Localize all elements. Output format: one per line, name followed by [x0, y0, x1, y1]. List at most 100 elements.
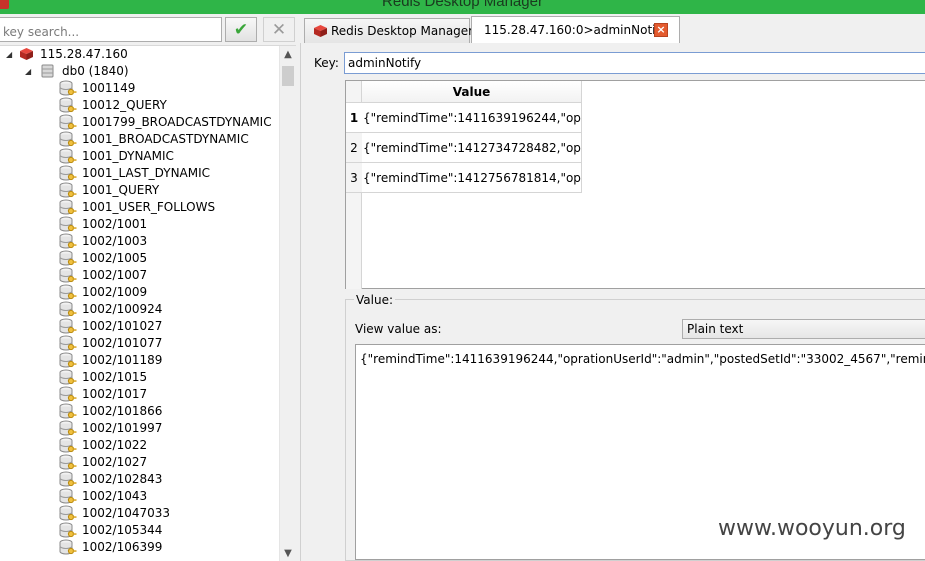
key-icon	[59, 233, 77, 249]
search-input[interactable]	[0, 17, 222, 42]
key-icon	[59, 284, 77, 300]
tree-key-item[interactable]: 1002/100924	[0, 301, 279, 318]
tree-db-node[interactable]: ◢ db0 (1840)	[0, 63, 279, 80]
key-icon	[59, 97, 77, 113]
tree-key-item[interactable]: 1002/1007	[0, 267, 279, 284]
tree-key-item[interactable]: 1001_BROADCASTDYNAMIC	[0, 131, 279, 148]
table-corner	[346, 81, 362, 103]
table-row[interactable]: 1 {"remindTime":1411639196244,"oprationU…	[346, 103, 582, 133]
tab-redis-desktop-manager[interactable]: Redis Desktop Manager	[304, 18, 474, 44]
key-label: 1002/102843	[82, 472, 163, 486]
key-name-field[interactable]: adminNotify	[344, 52, 925, 74]
tab-label: Redis Desktop Manager	[331, 24, 474, 38]
tree-key-item[interactable]: 1001149	[0, 80, 279, 97]
key-label: 1002/101997	[82, 421, 163, 435]
tree-key-item[interactable]: 1002/105344	[0, 522, 279, 539]
tree-key-item[interactable]: 1002/1009	[0, 284, 279, 301]
scroll-thumb[interactable]	[282, 66, 294, 86]
tree-key-item[interactable]: 1002/1015	[0, 369, 279, 386]
view-as-label: View value as:	[355, 322, 442, 336]
tree-key-item[interactable]: 1002/1001	[0, 216, 279, 233]
tree-key-item[interactable]: 1002/1017	[0, 386, 279, 403]
tree-key-item[interactable]: 1002/102843	[0, 471, 279, 488]
key-icon	[59, 471, 77, 487]
row-number[interactable]: 2	[346, 133, 362, 163]
value-cell[interactable]: {"remindTime":1411639196244,"oprationUse…	[362, 103, 582, 133]
key-icon	[59, 80, 77, 96]
tree-key-item[interactable]: 1001_DYNAMIC	[0, 148, 279, 165]
redis-server-icon	[20, 48, 33, 60]
tree-key-item[interactable]: 1002/101997	[0, 420, 279, 437]
value-cell[interactable]: {"remindTime":1412734728482,"oprationUse…	[362, 133, 582, 163]
server-label: 115.28.47.160	[40, 47, 128, 61]
key-label: 1002/1022	[82, 438, 148, 452]
title-bar[interactable]: Redis Desktop Manager	[0, 0, 925, 14]
tree-key-item[interactable]: 1002/1043	[0, 488, 279, 505]
content-panel: Key: adminNotify Value 1 {"remindTime":1…	[300, 43, 925, 561]
key-icon	[59, 539, 77, 555]
tree-key-item[interactable]: 1002/101189	[0, 352, 279, 369]
key-icon	[59, 420, 77, 436]
row-number[interactable]: 3	[346, 163, 362, 193]
tree-key-item[interactable]: 1001799_BROADCASTDYNAMIC	[0, 114, 279, 131]
key-label: 1002/1003	[82, 234, 148, 248]
tree-key-item[interactable]: 1002/101077	[0, 335, 279, 352]
key-label: 1001149	[82, 81, 136, 95]
value-group-title: Value:	[354, 293, 395, 307]
tree-key-item[interactable]: 1002/1022	[0, 437, 279, 454]
key-label: 1002/105344	[82, 523, 163, 537]
key-label: 1001_DYNAMIC	[82, 149, 174, 163]
value-table[interactable]: Value 1 {"remindTime":1411639196244,"opr…	[345, 80, 925, 289]
key-icon	[59, 369, 77, 385]
expand-arrow-icon[interactable]: ◢	[6, 46, 12, 63]
tree-key-item[interactable]: 1002/1047033	[0, 505, 279, 522]
tab-admin-notify[interactable]: 115.28.47.160:0>adminNotify ×	[471, 16, 680, 44]
key-label: 1002/1007	[82, 268, 148, 282]
tree-key-item[interactable]: 1002/1003	[0, 233, 279, 250]
database-label: db0 (1840)	[62, 64, 129, 78]
key-label: 1001799_BROADCASTDYNAMIC	[82, 115, 272, 129]
tree-key-item[interactable]: 1001_USER_FOLLOWS	[0, 199, 279, 216]
tree-server-node[interactable]: ◢ 115.28.47.160	[0, 46, 279, 63]
left-panel: ✔ ✕ ◢ 115.28.47.160 ◢ db0 (1840) 1001149 1001…	[0, 14, 300, 561]
key-label: 1002/101866	[82, 404, 163, 418]
key-icon	[59, 318, 77, 334]
tree-key-item[interactable]: 10012_QUERY	[0, 97, 279, 114]
tree-key-item[interactable]: 1002/106399	[0, 539, 279, 556]
tree-key-item[interactable]: 1002/1027	[0, 454, 279, 471]
expand-arrow-icon[interactable]: ◢	[25, 63, 31, 80]
key-icon	[59, 386, 77, 402]
key-icon	[59, 250, 77, 266]
key-icon	[59, 301, 77, 317]
key-icon	[59, 505, 77, 521]
tree-key-item[interactable]: 1001_LAST_DYNAMIC	[0, 165, 279, 182]
tree-key-item[interactable]: 1002/1005	[0, 250, 279, 267]
key-icon	[59, 165, 77, 181]
table-row[interactable]: 2 {"remindTime":1412734728482,"oprationU…	[346, 133, 582, 163]
tree-key-item[interactable]: 1002/101866	[0, 403, 279, 420]
key-label: 1002/100924	[82, 302, 163, 316]
table-row[interactable]: 3 {"remindTime":1412756781814,"oprationU…	[346, 163, 582, 193]
tab-label: 115.28.47.160:0>adminNotify	[484, 23, 667, 37]
value-column-header[interactable]: Value	[362, 81, 582, 103]
key-icon	[59, 148, 77, 164]
checkmark-icon: ✔	[233, 19, 249, 40]
apply-filter-button[interactable]: ✔	[225, 17, 257, 42]
key-tree[interactable]: ◢ 115.28.47.160 ◢ db0 (1840) 1001149 10012_QU…	[0, 45, 296, 561]
database-icon	[41, 64, 54, 78]
row-number[interactable]: 1	[346, 103, 362, 133]
key-label: 1002/1043	[82, 489, 148, 503]
value-cell[interactable]: {"remindTime":1412756781814,"oprationUse…	[362, 163, 582, 193]
key-icon	[59, 403, 77, 419]
scroll-up-arrow-icon[interactable]: ▲	[280, 46, 296, 63]
key-label: 1002/1005	[82, 251, 148, 265]
tree-key-item[interactable]: 1001_QUERY	[0, 182, 279, 199]
tree-scrollbar[interactable]: ▲ ▼	[279, 46, 296, 561]
format-select[interactable]: Plain text	[682, 319, 925, 339]
scroll-down-arrow-icon[interactable]: ▼	[280, 545, 296, 561]
key-icon	[59, 267, 77, 283]
tree-key-item[interactable]: 1002/101027	[0, 318, 279, 335]
tab-close-icon[interactable]: ×	[654, 23, 668, 37]
key-icon	[59, 131, 77, 147]
clear-filter-button[interactable]: ✕	[263, 17, 295, 42]
